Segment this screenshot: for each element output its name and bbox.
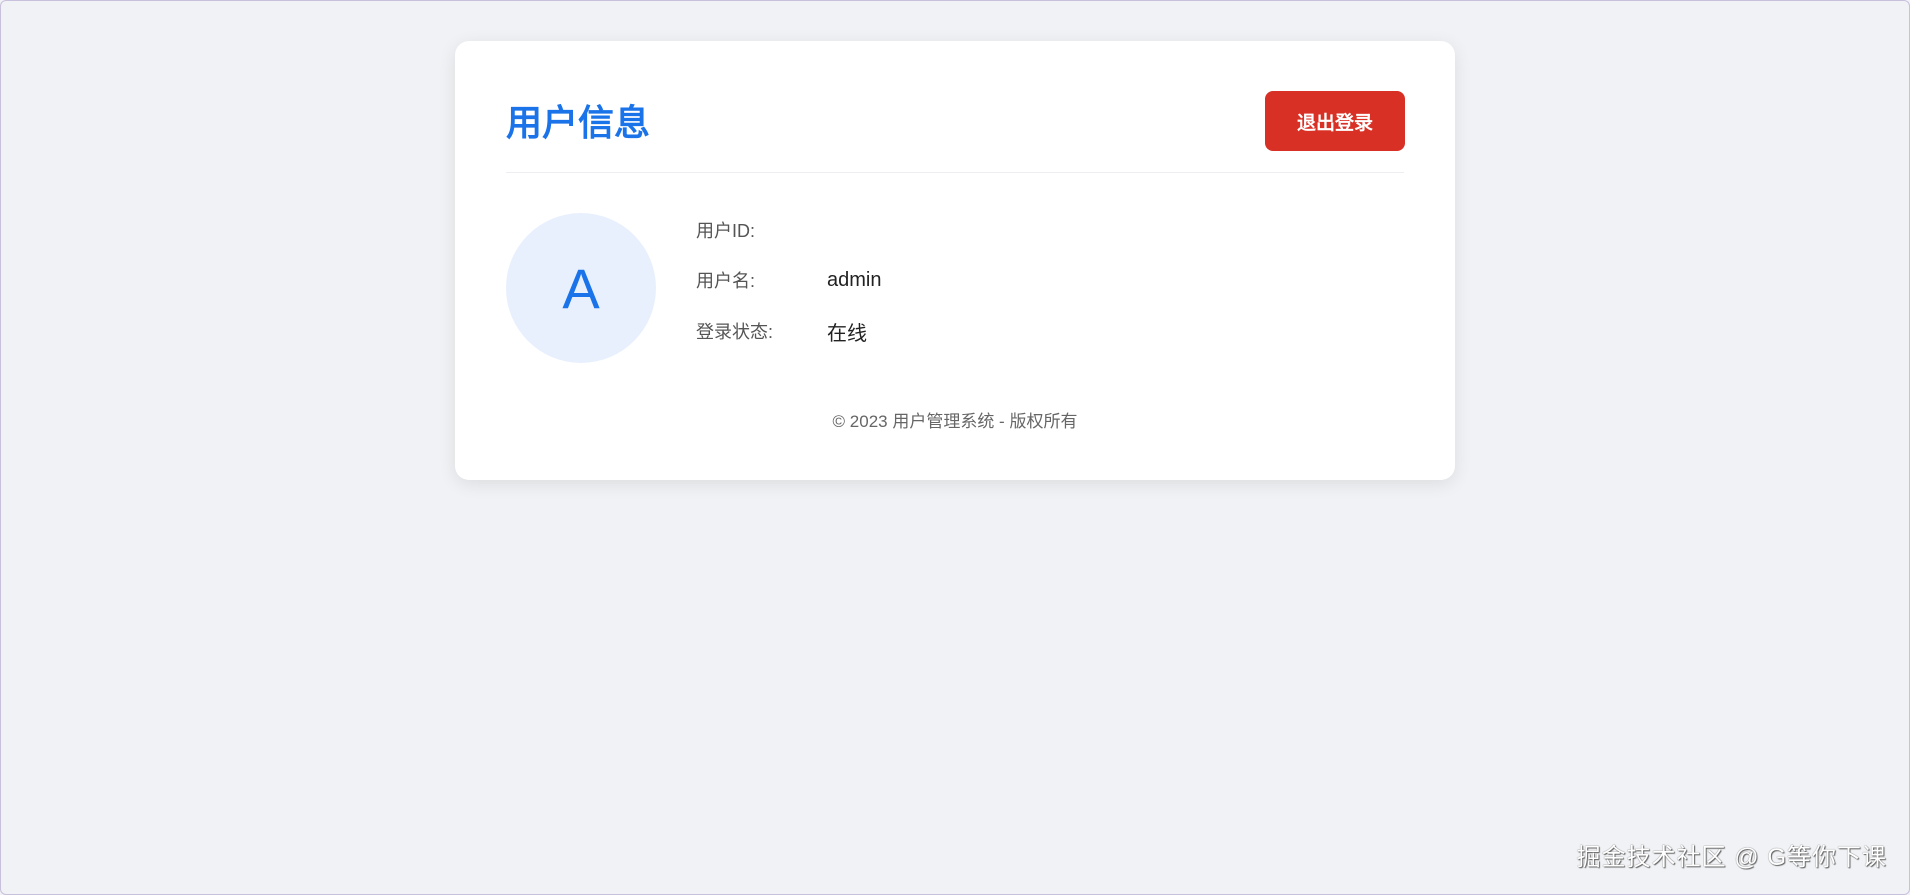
username-value: admin [827, 268, 882, 291]
username-row: 用户名: admin [696, 265, 881, 295]
divider [506, 172, 1404, 173]
username-label: 用户名: [696, 271, 756, 291]
footer-copyright: © 2023 用户管理系统 - 版权所有 [832, 412, 1078, 431]
user-id-row: 用户ID: [696, 215, 827, 245]
logout-button[interactable]: 退出登录 [1265, 91, 1405, 151]
avatar: A [506, 213, 656, 363]
login-status-label: 登录状态: [696, 322, 774, 342]
login-status-value: 在线 [827, 322, 867, 345]
user-id-label: 用户ID: [696, 221, 756, 241]
login-status-row: 登录状态: 在线 [696, 316, 867, 346]
watermark: 掘金技术社区 @ G等你下课 [1576, 844, 1887, 871]
user-info-card: 用户信息 退出登录 A 用户ID: 用户名: admin 登录状态: 在线 © … [455, 41, 1455, 480]
page-title: 用户信息 [506, 102, 651, 143]
